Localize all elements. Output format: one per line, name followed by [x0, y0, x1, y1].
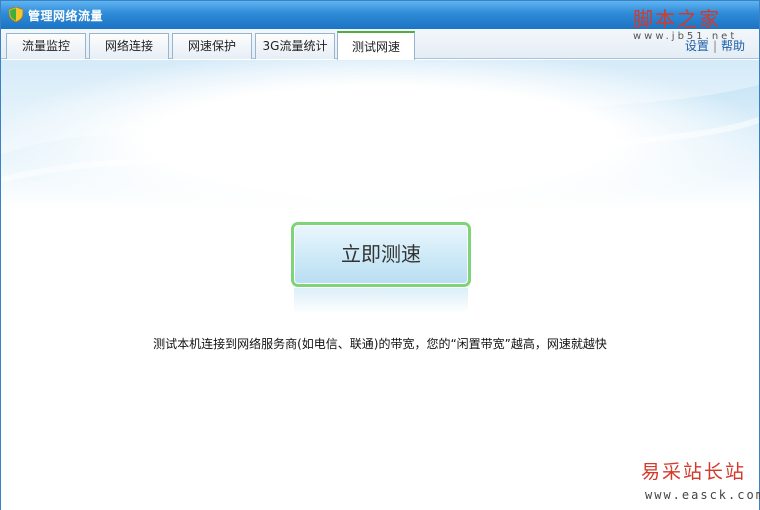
button-reflection [294, 288, 468, 314]
speed-test-description: 测试本机连接到网络服务商(如电信、联通)的带宽，您的“闲置带宽”越高，网速就越快 [153, 337, 607, 351]
tab-traffic-monitor[interactable]: 流量监控 [6, 33, 86, 59]
shield-icon [9, 7, 23, 22]
watermark-top-site: www.jb51.net [633, 31, 738, 42]
tab-3g-traffic-stats[interactable]: 3G流量统计 [255, 33, 335, 59]
watermark-top-brand: 脚本之家 [633, 7, 721, 31]
window-title: 管理网络流量 [28, 9, 104, 23]
watermark-bottom-brand: 易采站长站 [641, 461, 747, 483]
start-speed-test-button[interactable]: 立即测速 [291, 222, 471, 287]
tab-speed-test[interactable]: 测试网速 [337, 31, 415, 60]
tab-network-connections[interactable]: 网络连接 [89, 33, 169, 59]
decorative-swirl [1, 60, 759, 183]
watermark-bottom-site: www.easck.com [645, 488, 760, 502]
speed-test-panel: 立即测速 测试本机连接到网络服务商(如电信、联通)的带宽，您的“闲置带宽”越高，… [1, 60, 759, 510]
tab-speed-protection[interactable]: 网速保护 [172, 33, 252, 59]
app-window: 管理网络流量 流量监控 网络连接 网速保护 3G流量统计 测试网速 设置 | 帮助 … [0, 0, 760, 510]
